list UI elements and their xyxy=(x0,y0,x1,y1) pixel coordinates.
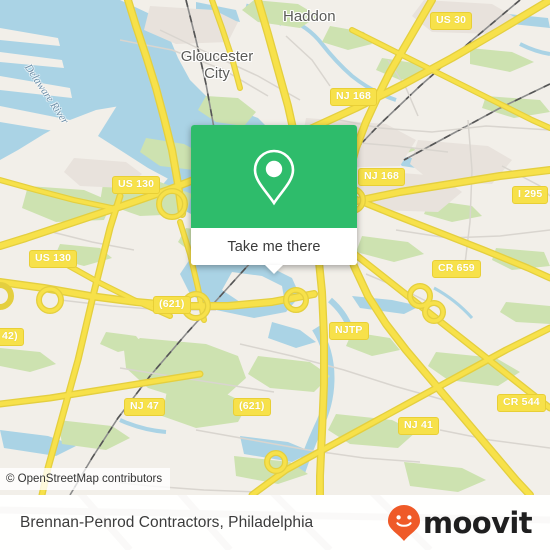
popup-card-tail xyxy=(265,265,283,274)
moovit-map-screenshot: Delaware River Haddon Gloucester City US… xyxy=(0,0,550,550)
map-canvas[interactable]: Delaware River Haddon Gloucester City US… xyxy=(0,0,550,495)
attribution-text: © OpenStreetMap contributors xyxy=(6,473,163,485)
map-attribution[interactable]: © OpenStreetMap contributors xyxy=(0,468,171,490)
road-shield-621-north[interactable]: (621) xyxy=(153,296,191,314)
moovit-smiley-pin-icon xyxy=(387,504,420,541)
place-label-line1: Gloucester xyxy=(180,48,254,65)
take-me-there-button-label: Take me there xyxy=(227,238,321,255)
location-popup-card[interactable]: Take me there xyxy=(191,125,357,274)
moovit-wordmark: moovit xyxy=(422,505,533,540)
road-shield-621-south[interactable]: (621) xyxy=(233,398,271,416)
bottom-info-bar: Brennan-Penrod Contractors, Philadelphia… xyxy=(0,495,550,550)
road-shield-nj-168-south[interactable]: NJ 168 xyxy=(358,168,406,186)
road-shield-njtp[interactable]: NJTP xyxy=(329,322,369,340)
popup-card-footer[interactable]: Take me there xyxy=(191,228,357,265)
road-shield-us-130-north[interactable]: US 130 xyxy=(112,176,161,194)
place-title: Brennan-Penrod Contractors, Philadelphia xyxy=(20,513,314,531)
road-shield-i-295[interactable]: I 295 xyxy=(512,186,549,204)
road-shield-42[interactable]: 42) xyxy=(0,328,24,346)
road-shield-nj-47[interactable]: NJ 47 xyxy=(124,398,166,416)
map-pin-icon xyxy=(253,149,295,205)
place-label-gloucester-city: Gloucester City xyxy=(157,48,277,82)
road-shield-us-130-west[interactable]: US 130 xyxy=(29,250,78,268)
popup-card-header xyxy=(191,125,357,228)
road-shield-cr-659[interactable]: CR 659 xyxy=(432,260,481,278)
road-shield-cr-544[interactable]: CR 544 xyxy=(497,394,546,412)
place-label-haddon: Haddon xyxy=(283,8,336,25)
moovit-brand[interactable]: moovit xyxy=(387,504,533,542)
road-shield-nj-41[interactable]: NJ 41 xyxy=(398,417,440,435)
road-shield-us-30[interactable]: US 30 xyxy=(430,12,473,30)
place-label-line2: City xyxy=(204,65,230,82)
road-shield-nj-168-north[interactable]: NJ 168 xyxy=(330,88,378,106)
